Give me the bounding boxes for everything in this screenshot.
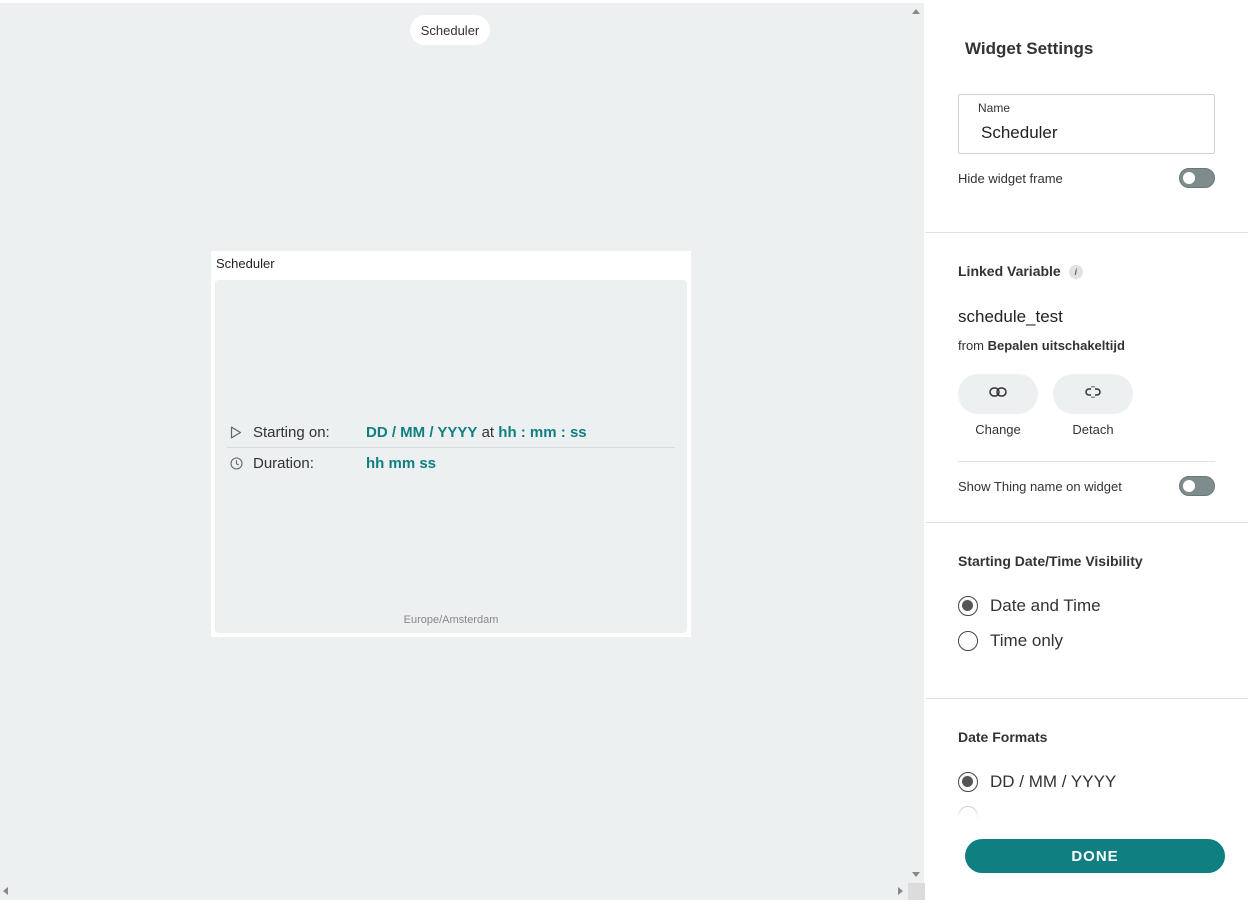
widget-name-pill-label: Scheduler	[420, 22, 480, 38]
section-divider	[925, 522, 1248, 523]
name-field-label: Name	[978, 101, 1011, 115]
unlink-icon	[1084, 385, 1102, 404]
inner-divider	[958, 461, 1215, 462]
change-button-label[interactable]: Change	[958, 422, 1038, 437]
show-thing-name-label: Show Thing name on widget	[958, 478, 1122, 494]
radio-date-and-time-label: Date and Time	[990, 596, 1101, 615]
starting-on-row[interactable]: Starting on: DD / MM / YYYY at hh : mm :…	[227, 417, 675, 448]
vertical-scrollbar[interactable]	[908, 3, 924, 883]
detach-button-label[interactable]: Detach	[1053, 422, 1133, 437]
variable-source: from Bepalen uitschakeltijd	[958, 338, 1125, 353]
widget-name-pill[interactable]: Scheduler	[410, 15, 490, 45]
section-divider	[925, 232, 1248, 233]
widget-title: Scheduler	[216, 256, 275, 271]
horizontal-scrollbar[interactable]	[0, 883, 908, 900]
visibility-title: Starting Date/Time Visibility	[958, 553, 1143, 569]
date-formats-title: Date Formats	[958, 729, 1048, 745]
section-divider	[925, 698, 1248, 699]
starting-at-label: at	[481, 423, 495, 441]
scrollbar-corner	[908, 883, 925, 900]
linked-variable-title: Linked Variable i	[958, 263, 1083, 280]
hide-widget-frame-label: Hide widget frame	[958, 170, 1063, 186]
widget-body: Starting on: DD / MM / YYYY at hh : mm :…	[215, 280, 687, 633]
radio-date-format-dmy-label: DD / MM / YYYY	[990, 772, 1117, 791]
linked-variable-title-text: Linked Variable	[958, 263, 1061, 279]
done-button[interactable]: DONE	[965, 839, 1225, 873]
hide-widget-frame-toggle[interactable]	[1179, 168, 1215, 188]
scroll-down-arrow-icon[interactable]	[912, 872, 920, 877]
starting-date: DD / MM / YYYY	[366, 423, 478, 441]
widget-settings-panel: Widget Settings Name Scheduler Hide widg…	[925, 0, 1248, 906]
radio-time-only-label: Time only	[990, 631, 1064, 650]
starting-time: hh : mm : ss	[498, 423, 587, 441]
change-button[interactable]	[958, 374, 1038, 414]
name-field[interactable]: Name Scheduler	[958, 94, 1215, 154]
radio-button[interactable]	[958, 631, 978, 651]
detach-button[interactable]	[1053, 374, 1133, 414]
radio-button-selected[interactable]	[958, 596, 978, 616]
duration-row[interactable]: Duration: hh mm ss	[227, 448, 675, 478]
scroll-right-arrow-icon[interactable]	[898, 887, 903, 895]
duration-label: Duration:	[253, 454, 314, 472]
from-thing-name: Bepalen uitschakeltijd	[987, 338, 1125, 353]
dashboard-canvas: Scheduler Scheduler Starting on: DD / MM…	[0, 3, 908, 883]
name-field-value[interactable]: Scheduler	[981, 123, 1058, 143]
info-icon[interactable]: i	[1068, 265, 1083, 280]
timezone-label: Europe/Amsterdam	[403, 614, 499, 626]
from-prefix: from	[958, 338, 984, 353]
scheduler-widget[interactable]: Scheduler Starting on: DD / MM / YYYY at…	[211, 251, 691, 637]
play-outline-icon	[229, 425, 243, 439]
show-thing-name-toggle[interactable]	[1179, 476, 1215, 496]
radio-button-selected[interactable]	[958, 772, 978, 792]
show-thing-name-row: Show Thing name on widget	[958, 475, 1215, 497]
clock-icon	[229, 456, 243, 470]
scroll-up-arrow-icon[interactable]	[912, 9, 920, 14]
scroll-left-arrow-icon[interactable]	[3, 887, 8, 895]
panel-title: Widget Settings	[965, 39, 1094, 58]
starting-on-label: Starting on:	[253, 423, 330, 441]
duration-value: hh mm ss	[366, 454, 437, 472]
link-icon	[989, 385, 1007, 403]
radio-date-and-time[interactable]: Date and Time	[958, 596, 1101, 616]
radio-date-format-dmy[interactable]: DD / MM / YYYY	[958, 772, 1116, 792]
variable-name: schedule_test	[958, 307, 1063, 326]
radio-time-only[interactable]: Time only	[958, 631, 1063, 651]
hide-widget-frame-row: Hide widget frame	[958, 167, 1215, 189]
